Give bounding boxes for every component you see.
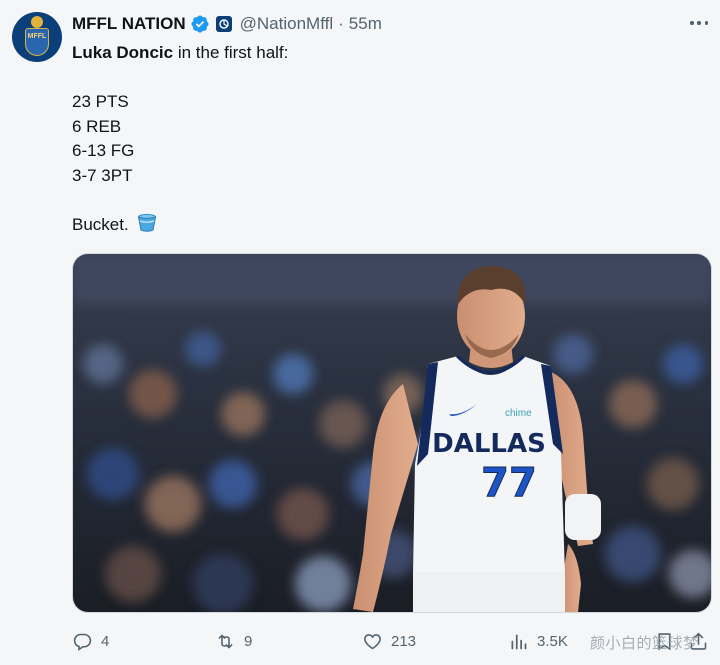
jersey-team: DALLAS bbox=[432, 429, 546, 459]
reply-button[interactable]: 4 bbox=[72, 626, 109, 656]
reply-icon bbox=[73, 633, 92, 651]
tweet-text: Luka Doncic in the first half: 23 PTS 6 … bbox=[72, 41, 692, 237]
retweet-icon bbox=[218, 634, 233, 648]
closing-line: Bucket. bbox=[72, 213, 692, 238]
avatar[interactable]: MFFL bbox=[12, 12, 62, 62]
reply-count: 4 bbox=[101, 632, 110, 650]
stat-line: 23 PTS bbox=[72, 92, 129, 111]
views-button[interactable]: 3.5K bbox=[508, 626, 568, 656]
tweet-photo[interactable]: chime DALLAS 77 bbox=[72, 253, 712, 613]
closing-text: Bucket. bbox=[72, 214, 129, 234]
retweet-button[interactable]: 9 bbox=[215, 626, 252, 656]
more-options-icon[interactable] bbox=[690, 14, 708, 32]
avatar-ball-graphic bbox=[31, 16, 43, 28]
verified-badge-icon bbox=[191, 15, 209, 33]
tweet-intro-line: Luka Doncic in the first half: bbox=[72, 41, 692, 66]
like-button[interactable]: 213 bbox=[362, 626, 416, 656]
stat-line: 6 REB bbox=[72, 116, 122, 136]
like-count: 213 bbox=[391, 632, 417, 650]
avatar-logo-text: MFFL bbox=[27, 33, 47, 40]
separator-dot: · bbox=[338, 14, 344, 33]
analytics-icon bbox=[511, 634, 527, 649]
tweet-card[interactable]: MFFL MFFL NATION @NationMffl · 55m Luka … bbox=[0, 0, 720, 665]
timestamp[interactable]: 55m bbox=[349, 14, 382, 34]
heart-icon bbox=[364, 633, 381, 649]
stat-line: 3-7 3PT bbox=[72, 165, 133, 185]
retweet-count: 9 bbox=[244, 632, 253, 650]
jersey-number: 77 bbox=[481, 460, 537, 506]
tweet-intro-rest: in the first half: bbox=[173, 43, 289, 62]
watermark-text: 颜小白的篮球梦 bbox=[590, 634, 699, 652]
handle[interactable]: @NationMffl bbox=[240, 14, 333, 34]
bucket-emoji-icon bbox=[138, 213, 157, 232]
stat-line: 6-13 FG bbox=[72, 141, 135, 160]
player-photo: chime DALLAS 77 bbox=[73, 254, 711, 612]
tweet-player-name: Luka Doncic bbox=[72, 43, 174, 62]
affiliate-badge-icon[interactable] bbox=[215, 16, 232, 32]
views-count: 3.5K bbox=[537, 632, 568, 650]
tweet-header: MFFL NATION @NationMffl · 55m bbox=[72, 12, 382, 36]
display-name[interactable]: MFFL NATION bbox=[72, 14, 186, 34]
jersey-sponsor: chime bbox=[505, 408, 532, 419]
